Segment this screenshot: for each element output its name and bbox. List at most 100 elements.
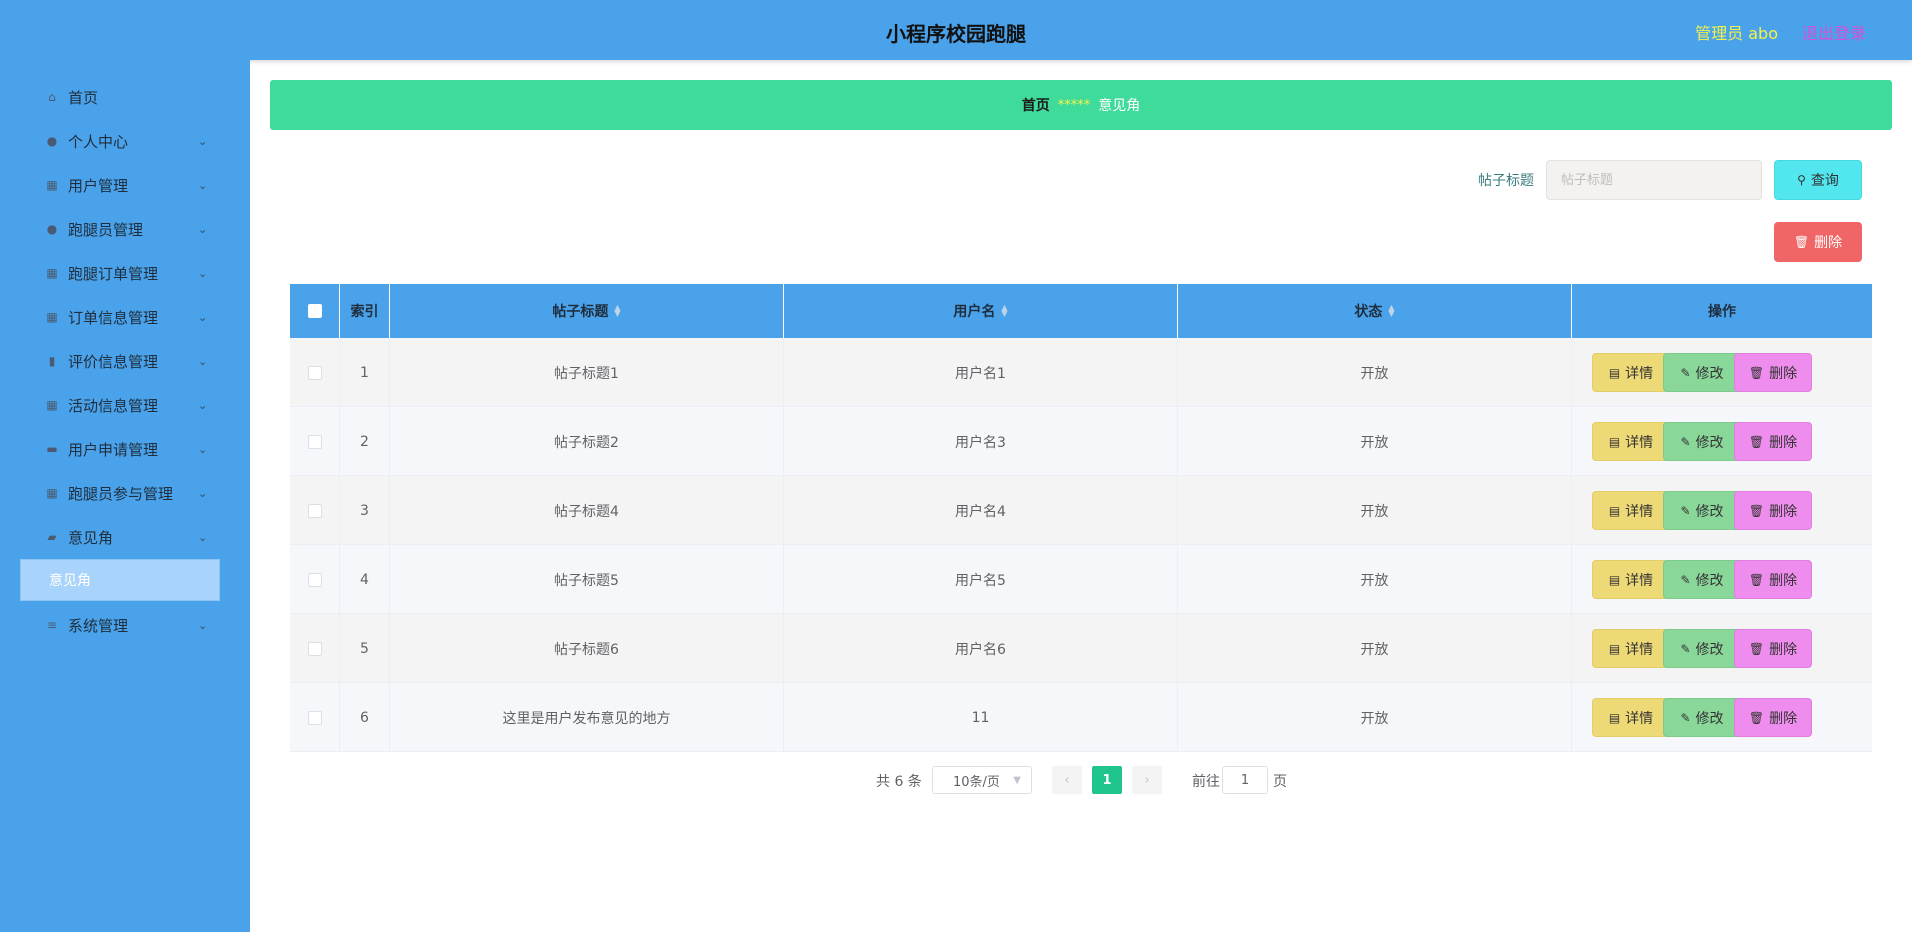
query-button-label: 查询 [1810, 173, 1839, 189]
delete-button[interactable]: 🗑 删除 [1734, 353, 1812, 392]
title-cell-text: 这里是用户发布意见的地方 [502, 710, 671, 727]
sidebar-item-runner-management[interactable]: ● 跑腿员管理 ⌄ [0, 207, 250, 251]
page-number-current[interactable]: 1 [1092, 766, 1122, 794]
row-checkbox[interactable] [307, 641, 322, 656]
edit-button[interactable]: ✎ 修改 [1663, 698, 1741, 737]
sort-icon[interactable]: ▲ ▼ [614, 304, 620, 318]
select-all-checkbox[interactable] [307, 304, 322, 318]
detail-button[interactable]: ▤ 详情 [1592, 629, 1670, 668]
grid-icon: ▦ [46, 266, 58, 280]
trash-icon: 🗑 [1748, 434, 1765, 449]
table-row: 3 帖子标题4 用户名4 开放 ▤ 详情 ✎ 修改 🗑 删除 [290, 476, 1872, 545]
column-username[interactable]: 用户名 ▲ ▼ [784, 284, 1178, 338]
delete-button[interactable]: 🗑 删除 [1734, 560, 1812, 599]
status-cell-text: 开放 [1360, 365, 1389, 382]
next-page-button[interactable]: › [1132, 766, 1162, 794]
sidebar-item-label: 跑腿员管理 [68, 220, 144, 239]
sidebar-item-home[interactable]: ⌂ 首页 [0, 75, 250, 119]
edit-button[interactable]: ✎ 修改 [1663, 353, 1741, 392]
edit-button[interactable]: ✎ 修改 [1663, 560, 1741, 599]
detail-button[interactable]: ▤ 详情 [1592, 491, 1670, 530]
edit-button[interactable]: ✎ 修改 [1663, 422, 1741, 461]
status-cell: 开放 [1178, 407, 1572, 476]
prev-page-button[interactable]: ‹ [1052, 766, 1082, 794]
document-icon: ▤ [1608, 434, 1621, 449]
sidebar-item-personal-center[interactable]: ● 个人中心 ⌄ [0, 119, 250, 163]
username-cell: 用户名5 [784, 545, 1178, 614]
detail-button[interactable]: ▤ 详情 [1592, 698, 1670, 737]
index-cell-text: 3 [360, 502, 369, 519]
username-cell-text: 11 [971, 709, 990, 726]
sidebar-item-feedback-corner[interactable]: ▰ 意见角 ⌄ [0, 515, 250, 559]
comment-icon: ▬ [46, 442, 58, 456]
sidebar-item-label: 意见角 [68, 528, 114, 547]
delete-button[interactable]: 🗑 删除 [1734, 422, 1812, 461]
sidebar-item-user-management[interactable]: ▦ 用户管理 ⌄ [0, 163, 250, 207]
sidebar-item-runner-participation-management[interactable]: ▦ 跑腿员参与管理 ⌄ [0, 471, 250, 515]
delete-button[interactable]: 🗑 删除 [1734, 491, 1812, 530]
status-cell: 开放 [1178, 545, 1572, 614]
index-cell: 4 [340, 545, 390, 614]
sidebar-item-label: 跑腿订单管理 [68, 264, 159, 283]
detail-button[interactable]: ▤ 详情 [1592, 560, 1670, 599]
row-select-cell [290, 407, 340, 476]
sidebar-item-errand-order-management[interactable]: ▦ 跑腿订单管理 ⌄ [0, 251, 250, 295]
row-checkbox[interactable] [307, 365, 322, 380]
row-select-cell [290, 338, 340, 407]
breadcrumb-separator: ***** [1057, 97, 1091, 113]
pencil-icon: ✎ [1680, 434, 1691, 449]
sidebar-item-review-management[interactable]: ▮ 评价信息管理 ⌄ [0, 339, 250, 383]
table-row: 4 帖子标题5 用户名5 开放 ▤ 详情 ✎ 修改 🗑 删除 [290, 545, 1872, 614]
sidebar-item-activity-management[interactable]: ▦ 活动信息管理 ⌄ [0, 383, 250, 427]
username-cell: 11 [784, 683, 1178, 752]
row-checkbox[interactable] [307, 434, 322, 449]
status-cell-text: 开放 [1360, 503, 1389, 520]
row-checkbox[interactable] [307, 503, 322, 518]
sidebar-item-user-application-management[interactable]: ▬ 用户申请管理 ⌄ [0, 427, 250, 471]
grid-icon: ▦ [46, 178, 58, 192]
detail-button-label: 详情 [1625, 503, 1654, 520]
row-checkbox[interactable] [307, 572, 322, 587]
row-select-cell [290, 545, 340, 614]
goto-page-input[interactable] [1222, 766, 1268, 794]
sidebar-item-label: 用户管理 [68, 176, 129, 195]
actions-cell: ▤ 详情 ✎ 修改 🗑 删除 [1572, 545, 1872, 614]
sidebar-item-order-info-management[interactable]: ▦ 订单信息管理 ⌄ [0, 295, 250, 339]
column-index-label: 索引 [350, 304, 379, 320]
title-cell: 帖子标题4 [390, 476, 784, 545]
pencil-icon: ✎ [1680, 503, 1691, 518]
edit-button-label: 修改 [1695, 710, 1724, 727]
chart-icon: ▮ [48, 354, 56, 368]
status-cell-text: 开放 [1360, 710, 1389, 727]
edit-button[interactable]: ✎ 修改 [1663, 491, 1741, 530]
sort-icon[interactable]: ▲ ▼ [1001, 304, 1007, 318]
page-size-value: 10条/页 [953, 774, 1000, 790]
chevron-down-icon: ⌄ [198, 530, 208, 544]
sort-icon[interactable]: ▲ ▼ [1388, 304, 1394, 318]
row-checkbox[interactable] [307, 710, 322, 725]
detail-button[interactable]: ▤ 详情 [1592, 422, 1670, 461]
sidebar-item-system-management[interactable]: ≡ 系统管理 ⌄ [0, 603, 250, 647]
pencil-icon: ✎ [1680, 641, 1691, 656]
detail-button[interactable]: ▤ 详情 [1592, 353, 1670, 392]
column-title[interactable]: 帖子标题 ▲ ▼ [390, 284, 784, 338]
search-input[interactable] [1546, 160, 1762, 200]
edit-button-label: 修改 [1695, 365, 1724, 382]
index-cell: 5 [340, 614, 390, 683]
submenu-item-feedback[interactable]: 意见角 [20, 559, 220, 601]
delete-button[interactable]: 🗑 删除 [1734, 698, 1812, 737]
username-cell: 用户名1 [784, 338, 1178, 407]
delete-button[interactable]: 🗑 删除 [1734, 629, 1812, 668]
logout-link[interactable]: 退出登录 [1802, 20, 1866, 44]
query-button[interactable]: ⚲ 查询 [1774, 160, 1862, 200]
username-cell-text: 用户名4 [955, 503, 1006, 520]
breadcrumb-home[interactable]: 首页 [1022, 95, 1050, 115]
batch-delete-button[interactable]: 🗑 删除 [1774, 222, 1862, 262]
column-status[interactable]: 状态 ▲ ▼ [1178, 284, 1572, 338]
sidebar-item-label: 用户申请管理 [68, 440, 159, 459]
username-cell: 用户名4 [784, 476, 1178, 545]
page-size-select[interactable]: 10条/页 ▼ [932, 766, 1032, 794]
edit-button[interactable]: ✎ 修改 [1663, 629, 1741, 668]
username-cell-text: 用户名6 [955, 641, 1006, 658]
row-select-cell [290, 476, 340, 545]
